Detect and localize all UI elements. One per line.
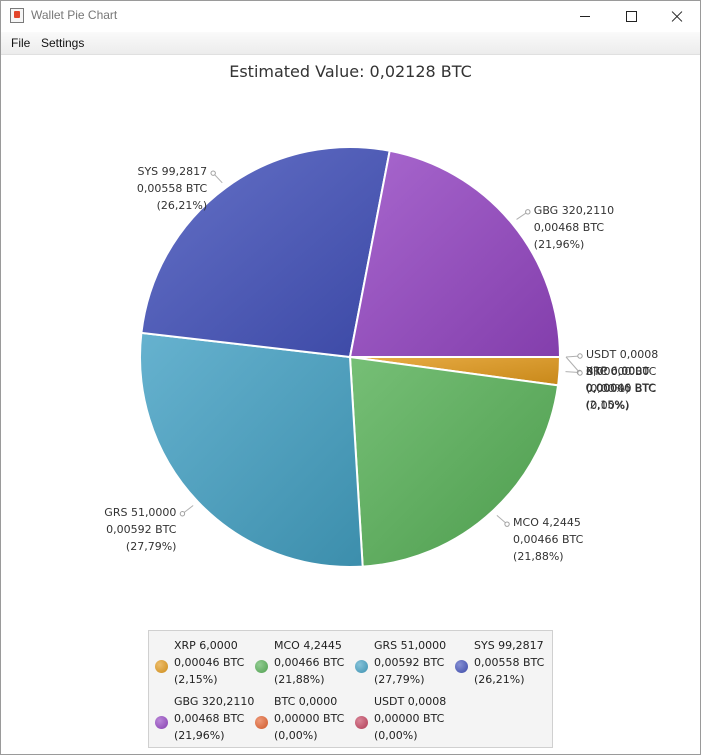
slice-label-usdt: 0,00000 BTC — [586, 365, 657, 378]
legend-label: BTC 0,0000 0,00000 BTC (0,00%) — [274, 695, 345, 742]
slice-label-grs: 0,00592 BTC — [106, 523, 177, 536]
label-anchor-dot — [577, 370, 583, 376]
slice-label-grs: (27,79%) — [126, 540, 177, 553]
legend-swatch — [355, 716, 368, 729]
legend-item-sys: SYS 99,2817 0,00558 BTC (26,21%) — [449, 637, 549, 693]
legend-swatch — [255, 716, 268, 729]
legend-label: MCO 4,2445 0,00466 BTC (21,88%) — [274, 639, 345, 686]
slice-label-sys: (26,21%) — [157, 199, 208, 212]
slice-label-mco: MCO 4,2445 — [513, 516, 581, 529]
pie-slice-sys — [140, 146, 391, 359]
label-anchor-dot — [504, 521, 510, 527]
label-leader-line — [565, 356, 581, 374]
legend-item-usdt: USDT 0,0008 0,00000 BTC (0,00%) — [349, 693, 449, 749]
legend-swatch — [255, 660, 268, 673]
legend-label: USDT 0,0008 0,00000 BTC (0,00%) — [374, 695, 447, 742]
slice-label-sys: SYS 99,2817 — [137, 165, 207, 178]
legend-swatch — [155, 716, 168, 729]
legend-label: GRS 51,0000 0,00592 BTC (27,79%) — [374, 639, 447, 686]
slice-label-usdt: (0,00%) — [586, 382, 630, 395]
label-anchor-dot — [210, 170, 216, 176]
legend-item-btc: BTC 0,0000 0,00000 BTC (0,00%) — [249, 693, 349, 749]
legend-item-mco: MCO 4,2445 0,00466 BTC (21,88%) — [249, 637, 349, 693]
legend-swatch — [155, 660, 168, 673]
legend-swatch — [355, 660, 368, 673]
slice-label-grs: GRS 51,0000 — [104, 506, 176, 519]
chart-legend: XRP 6,0000 0,00046 BTC (2,15%) MCO 4,2445 0,… — [148, 630, 553, 748]
slice-label-gbg: GBG 320,2110 — [534, 204, 614, 217]
slice-label-btc: (0,00%) — [586, 399, 630, 412]
slice-label-usdt: USDT 0,0008 — [586, 348, 658, 361]
slice-label-mco: (21,88%) — [513, 550, 564, 563]
legend-item-xrp: XRP 6,0000 0,00046 BTC (2,15%) — [149, 637, 249, 693]
legend-label: XRP 6,0000 0,00046 BTC (2,15%) — [174, 639, 245, 686]
label-anchor-dot — [525, 209, 531, 215]
label-anchor-dot — [179, 511, 186, 517]
label-anchor-dot — [577, 353, 583, 359]
legend-item-gbg: GBG 320,2110 0,00468 BTC (21,96%) — [149, 693, 254, 749]
slice-label-gbg: (21,96%) — [534, 238, 585, 251]
slice-label-mco: 0,00466 BTC — [513, 533, 584, 546]
legend-label: GBG 320,2110 0,00468 BTC (21,96%) — [174, 695, 255, 742]
slice-label-sys: 0,00558 BTC — [137, 182, 208, 195]
legend-label: SYS 99,2817 0,00558 BTC (26,21%) — [474, 639, 545, 686]
legend-item-grs: GRS 51,0000 0,00592 BTC (27,79%) — [349, 637, 449, 693]
slice-label-gbg: 0,00468 BTC — [534, 221, 605, 234]
legend-swatch — [455, 660, 468, 673]
